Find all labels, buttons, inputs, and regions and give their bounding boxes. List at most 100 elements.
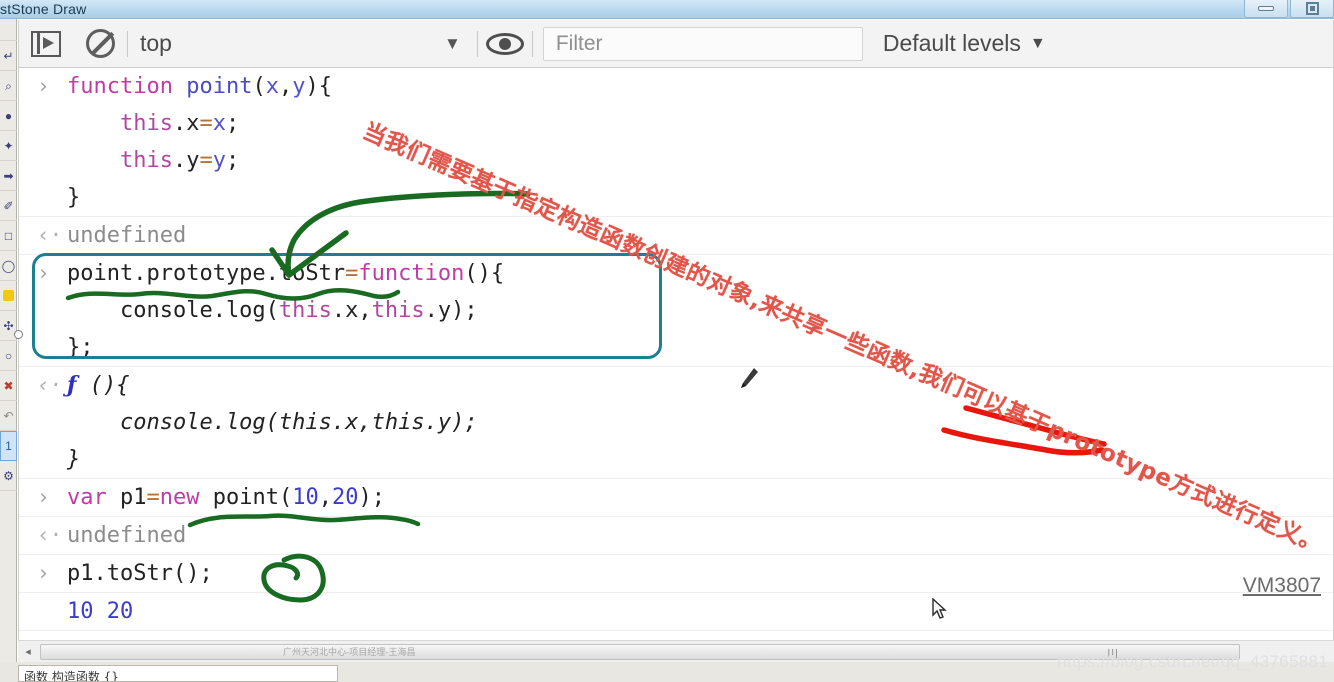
code-token: (){: [76, 373, 130, 398]
console-settings-eye-button[interactable]: [478, 20, 532, 68]
console-line: 10 20: [19, 593, 1333, 630]
code-token: undefined: [67, 223, 187, 248]
arrow-icon: ➡: [3, 168, 14, 183]
devtools-console-panel: top ▼ Default levels ▼ › function point( x…: [18, 20, 1334, 660]
window-titlebar: stStone Draw: [0, 0, 1334, 19]
code-token: .y);: [424, 298, 478, 323]
code-token: }: [67, 447, 81, 472]
ellipse-icon: ◯: [1, 258, 16, 273]
bottom-clipped-panel: 函数 构造函数 {}: [18, 665, 338, 682]
code-token: this: [371, 298, 425, 323]
log-levels-dropdown[interactable]: Default levels ▼: [863, 20, 1060, 68]
console-entry[interactable]: › function point(x,y){ this.x=x; this.y=y…: [19, 68, 1333, 217]
code-token: ,: [318, 485, 332, 510]
code-token: console.log(this.x,this.y);: [67, 410, 478, 435]
code-token: =: [199, 148, 213, 173]
console-line: this.x=x;: [19, 105, 1333, 142]
filter-field[interactable]: [542, 26, 863, 61]
code-token: 10 20: [67, 599, 134, 624]
code-token: point(: [199, 485, 293, 510]
code-token: 10: [292, 485, 319, 510]
screen: stStone Draw ↵ ⌕ ● ✦ ➡ ✐ □ ◯ ✣ ○ ✖ ↶ 1 ⚙: [0, 0, 1334, 682]
code-token: =: [345, 261, 359, 286]
select-tool-icon: ↵: [3, 48, 14, 63]
source-link[interactable]: VM3807: [1243, 574, 1321, 598]
code-token: (){: [464, 261, 505, 286]
output-marker-icon: ‹·: [37, 523, 63, 547]
scroll-left-arrow[interactable]: ◂: [18, 645, 38, 658]
brush-tool[interactable]: ●: [0, 101, 17, 131]
console-entry[interactable]: › p1.toStr();: [19, 555, 1333, 593]
bottom-clipped-text: 函数 构造函数 {}: [24, 670, 119, 682]
highlight-tool[interactable]: [0, 281, 17, 311]
code-token: ,: [278, 74, 293, 99]
chevron-down-icon: ▼: [1029, 34, 1046, 52]
output-marker-icon: ‹·: [37, 223, 63, 247]
execution-context-button[interactable]: [19, 20, 73, 68]
rectangle-tool[interactable]: □: [0, 221, 17, 251]
ellipse-tool[interactable]: ◯: [0, 251, 17, 281]
star-tool[interactable]: ✦: [0, 131, 17, 161]
code-token: new: [159, 485, 200, 510]
prompt-marker-icon: ›: [37, 74, 50, 98]
move-icon: ✣: [3, 318, 14, 333]
code-token: function: [67, 74, 187, 99]
circle-icon: ○: [4, 348, 13, 363]
code-token: x: [212, 111, 226, 136]
console-line: › p1.toStr();: [19, 555, 1333, 592]
code-token: };: [67, 335, 94, 360]
console-log-area[interactable]: › function point(x,y){ this.x=x; this.y=y…: [19, 68, 1333, 638]
chevron-down-icon[interactable]: ▼: [428, 35, 477, 52]
code-token: ;: [225, 111, 240, 136]
code-token: point: [186, 74, 253, 99]
code-token: var: [67, 485, 120, 510]
search-input[interactable]: [555, 31, 850, 56]
code-token: .x,: [331, 298, 372, 323]
move-tool[interactable]: ✣: [0, 311, 17, 341]
code-token: point.prototype.toStr: [67, 261, 346, 286]
magnifier-icon: ⌕: [5, 78, 12, 93]
watermark-center: 广州天河北中心-项目经理-王海昌: [283, 648, 416, 658]
pen-tool[interactable]: ✐: [0, 191, 17, 221]
console-line: };: [19, 329, 1333, 366]
rail-top-spacer: [0, 19, 17, 41]
eye-pupil: [498, 37, 511, 50]
undo-tool[interactable]: ↶: [0, 401, 17, 431]
console-line: ‹· ƒ (){: [19, 367, 1333, 404]
minimize-button[interactable]: [1244, 0, 1288, 18]
console-line: ‹· undefined: [19, 217, 1333, 254]
console-toolbar: top ▼ Default levels ▼: [19, 20, 1333, 68]
drawing-toolbar: ↵ ⌕ ● ✦ ➡ ✐ □ ◯ ✣ ○ ✖ ↶ 1 ⚙: [0, 19, 17, 682]
console-entry[interactable]: ‹· undefined: [19, 217, 1333, 255]
prompt-marker-icon: ›: [37, 261, 50, 285]
page-tool[interactable]: 1: [0, 431, 17, 461]
eye-icon: [485, 32, 524, 55]
minimize-icon: [1258, 6, 1274, 11]
context-selector[interactable]: top: [128, 20, 298, 68]
console-entry[interactable]: ‹· undefined: [19, 517, 1333, 555]
restore-button[interactable]: [1290, 0, 1334, 18]
arrow-tool[interactable]: ➡: [0, 161, 17, 191]
code-token: 20: [331, 485, 359, 510]
window-title: stStone Draw: [0, 1, 87, 17]
delete-tool[interactable]: ✖: [0, 371, 17, 401]
magnifier-tool[interactable]: ⌕: [0, 71, 17, 101]
select-tool[interactable]: ↵: [0, 41, 17, 71]
page-number-icon: 1: [5, 439, 12, 453]
delete-icon: ✖: [3, 378, 14, 393]
watermark-url: https://blog.csdn.net/qq_43765881: [1057, 652, 1328, 671]
console-line: › function point(x,y){: [19, 68, 1333, 105]
settings-tool[interactable]: ⚙: [0, 461, 17, 491]
code-token: console.log(: [67, 298, 279, 323]
circle-tool[interactable]: ○: [0, 341, 17, 371]
console-entry[interactable]: ‹· ƒ (){ console.log(this.x,this.y);}: [19, 367, 1333, 479]
console-entry[interactable]: › point.prototype.toStr=function(){ conso…: [19, 255, 1333, 367]
console-entry[interactable]: 10 20 VM3807: [19, 574, 1333, 631]
pen-icon: ✐: [3, 198, 14, 213]
brush-icon: ●: [4, 108, 13, 123]
clear-console-button[interactable]: [73, 20, 127, 68]
code-token: .y: [172, 148, 200, 173]
console-entry[interactable]: › var p1=new point(10,20);: [19, 479, 1333, 517]
output-marker-icon: ‹·: [37, 373, 63, 397]
